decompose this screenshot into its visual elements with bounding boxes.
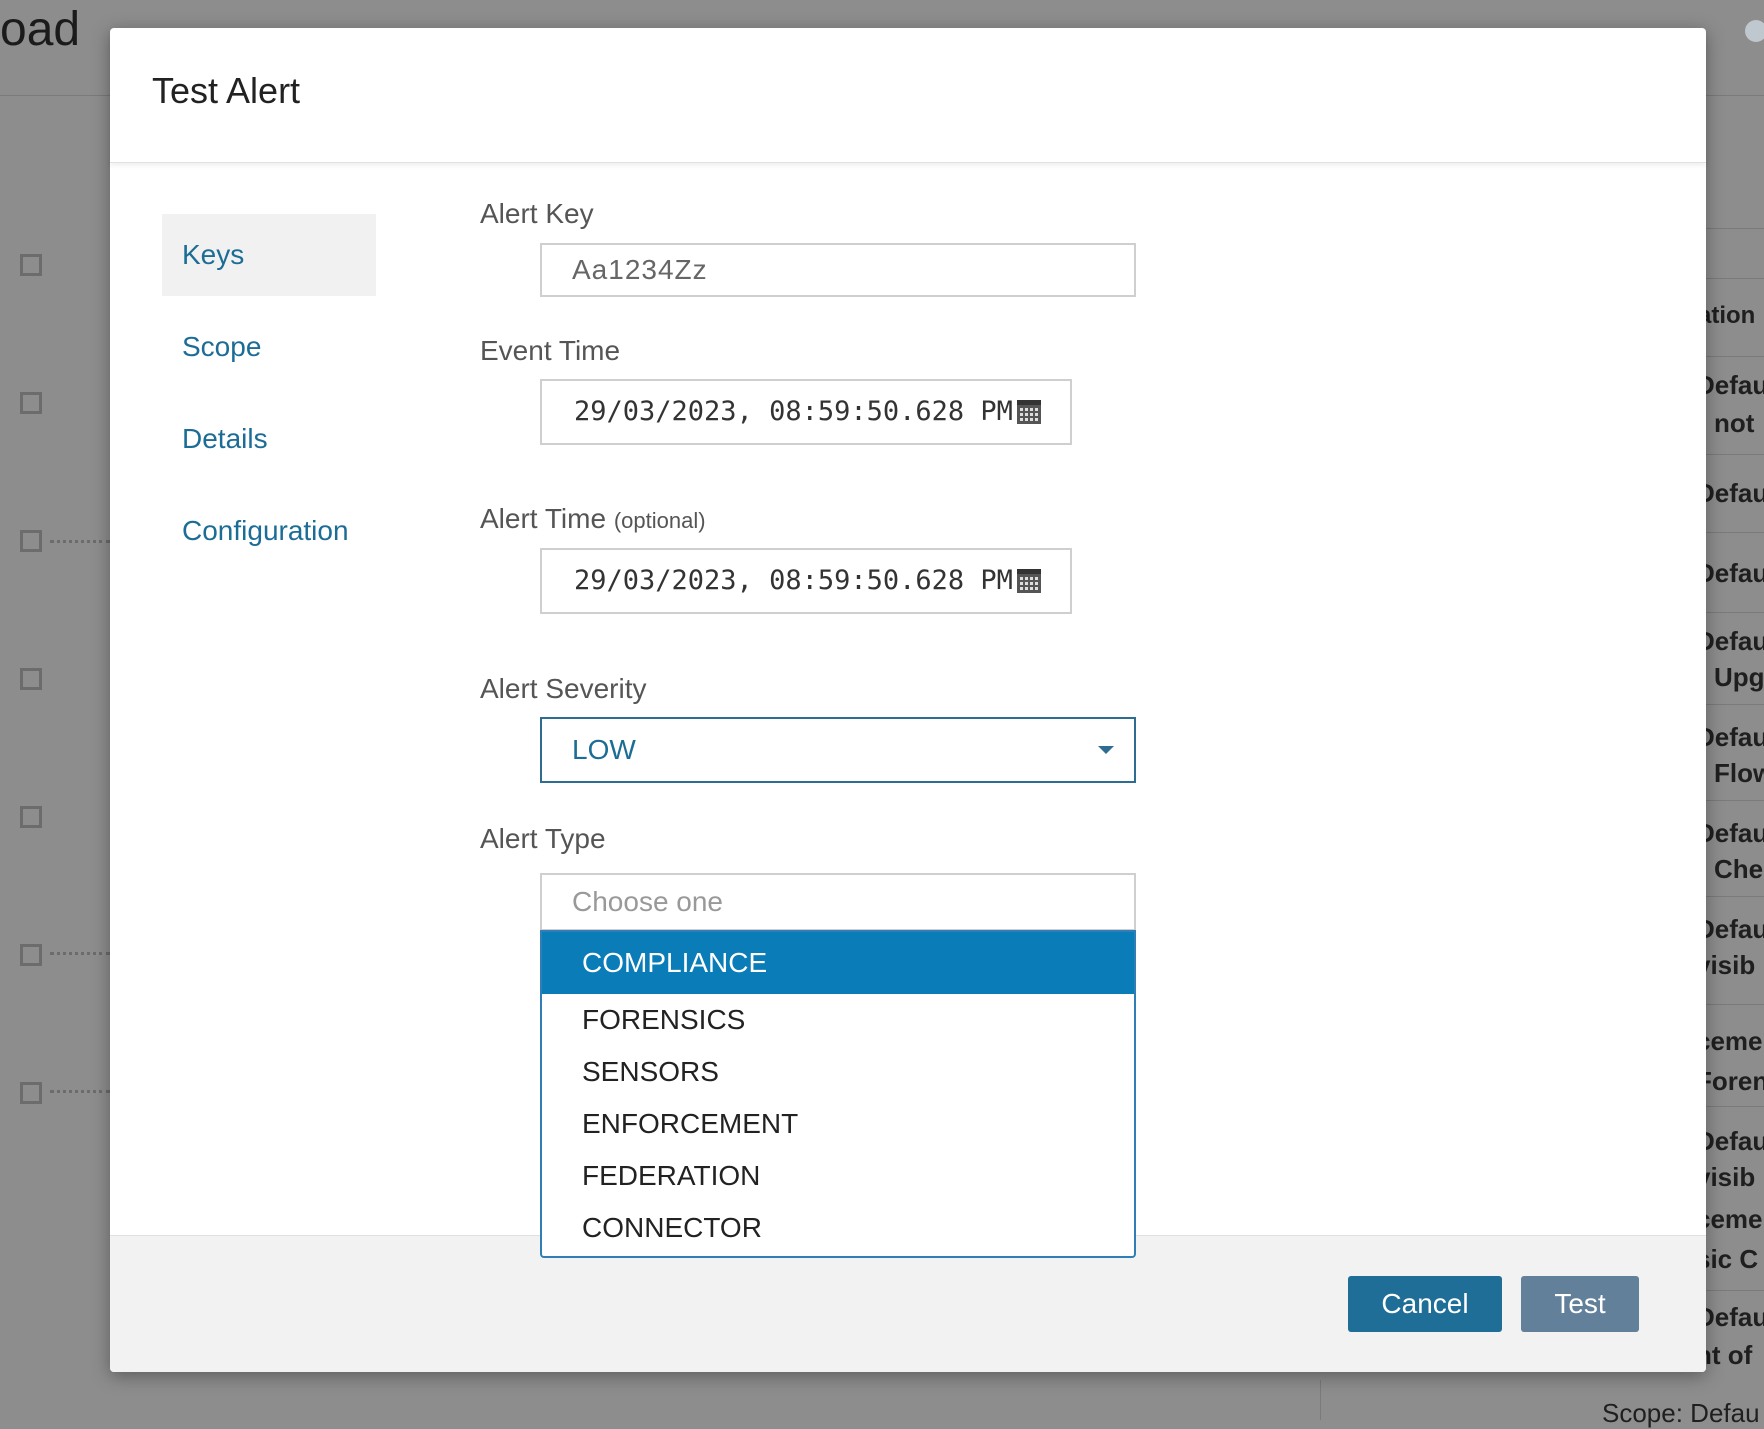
background-column-header: ation — [1698, 302, 1756, 329]
dropdown-option-enforcement[interactable]: ENFORCEMENT — [542, 1098, 1134, 1150]
nav-item-scope[interactable]: Scope — [162, 306, 376, 388]
background-cell: Defau — [1696, 818, 1764, 848]
event-time-value: 29/03/2023, 08:59:50.628 PM — [574, 396, 1013, 427]
dropdown-option-forensics[interactable]: FORENSICS — [542, 994, 1134, 1046]
background-cell: not — [1714, 408, 1755, 438]
alert-type-placeholder: Choose one — [572, 886, 724, 917]
background-cell: Defau — [1696, 370, 1764, 400]
background-cell: Defau — [1696, 722, 1764, 752]
background-cell: Defau — [1696, 478, 1764, 508]
background-cell: Defau — [1696, 914, 1764, 944]
test-button[interactable]: Test — [1521, 1276, 1639, 1332]
alert-severity-label: Alert Severity — [480, 673, 647, 704]
alert-time-input[interactable]: 29/03/2023, 08:59:50.628 PM — [540, 548, 1072, 614]
modal-header: Test Alert — [110, 28, 1706, 163]
background-checkbox — [20, 806, 42, 828]
alert-severity-value: LOW — [572, 734, 636, 765]
alert-time-label: Alert Time (optional) — [480, 503, 706, 535]
alert-key-placeholder: Aa1234Zz — [572, 254, 708, 285]
background-scope-text: Scope: Defau — [1602, 1398, 1760, 1428]
dropdown-option-federation[interactable]: FEDERATION — [542, 1150, 1134, 1202]
background-page-title: oad — [0, 3, 81, 56]
background-cell: Che — [1714, 854, 1764, 884]
alert-time-optional-text: (optional) — [613, 508, 706, 533]
calendar-icon[interactable] — [1016, 568, 1042, 594]
alert-time-label-text: Alert Time — [480, 503, 607, 534]
background-cell: Defau — [1696, 1302, 1764, 1332]
event-time-input[interactable]: 29/03/2023, 08:59:50.628 PM — [540, 379, 1072, 445]
background-cell: Flow — [1714, 758, 1764, 788]
background-checkbox — [20, 668, 42, 690]
background-connector-line — [50, 952, 110, 955]
alert-key-input[interactable]: Aa1234Zz — [540, 243, 1136, 297]
alert-type-label: Alert Type — [480, 823, 606, 854]
cancel-button[interactable]: Cancel — [1348, 1276, 1502, 1332]
background-cell: Defau — [1696, 558, 1764, 588]
alert-key-label: Alert Key — [480, 198, 594, 229]
alert-type-select[interactable]: Choose one — [540, 873, 1136, 931]
background-cell: Foren — [1696, 1066, 1764, 1096]
dropdown-option-connector[interactable]: CONNECTOR — [542, 1202, 1134, 1254]
alert-severity-select[interactable]: LOW — [540, 717, 1136, 783]
nav-item-keys[interactable]: Keys — [162, 214, 376, 296]
background-checkbox — [20, 392, 42, 414]
caret-down-icon — [1098, 746, 1114, 754]
background-checkbox — [20, 1082, 42, 1104]
background-right-column: ation Defau not Defau Defau Defau Upg De… — [1696, 0, 1764, 1420]
calendar-icon[interactable] — [1016, 399, 1042, 425]
test-alert-modal: Test Alert Keys Scope Details Configurat… — [110, 28, 1706, 1372]
background-checkbox — [20, 944, 42, 966]
background-cell: Upg — [1714, 662, 1764, 692]
background-checkbox — [20, 530, 42, 552]
event-time-label: Event Time — [480, 335, 621, 366]
background-cell: Defau — [1696, 1126, 1764, 1156]
background-connector-line — [50, 1090, 110, 1093]
background-cell: Defau — [1696, 626, 1764, 656]
dropdown-option-compliance[interactable]: COMPLIANCE — [542, 932, 1134, 994]
modal-side-nav: Keys Scope Details Configuration — [162, 214, 376, 582]
background-checkbox — [20, 254, 42, 276]
alert-type-dropdown-list: COMPLIANCE FORENSICS SENSORS ENFORCEMENT… — [540, 930, 1136, 1258]
modal-title: Test Alert — [152, 70, 301, 111]
nav-item-configuration[interactable]: Configuration — [162, 490, 376, 572]
background-connector-line — [50, 540, 110, 543]
alert-time-value: 29/03/2023, 08:59:50.628 PM — [574, 565, 1013, 596]
dropdown-option-sensors[interactable]: SENSORS — [542, 1046, 1134, 1098]
nav-item-details[interactable]: Details — [162, 398, 376, 480]
